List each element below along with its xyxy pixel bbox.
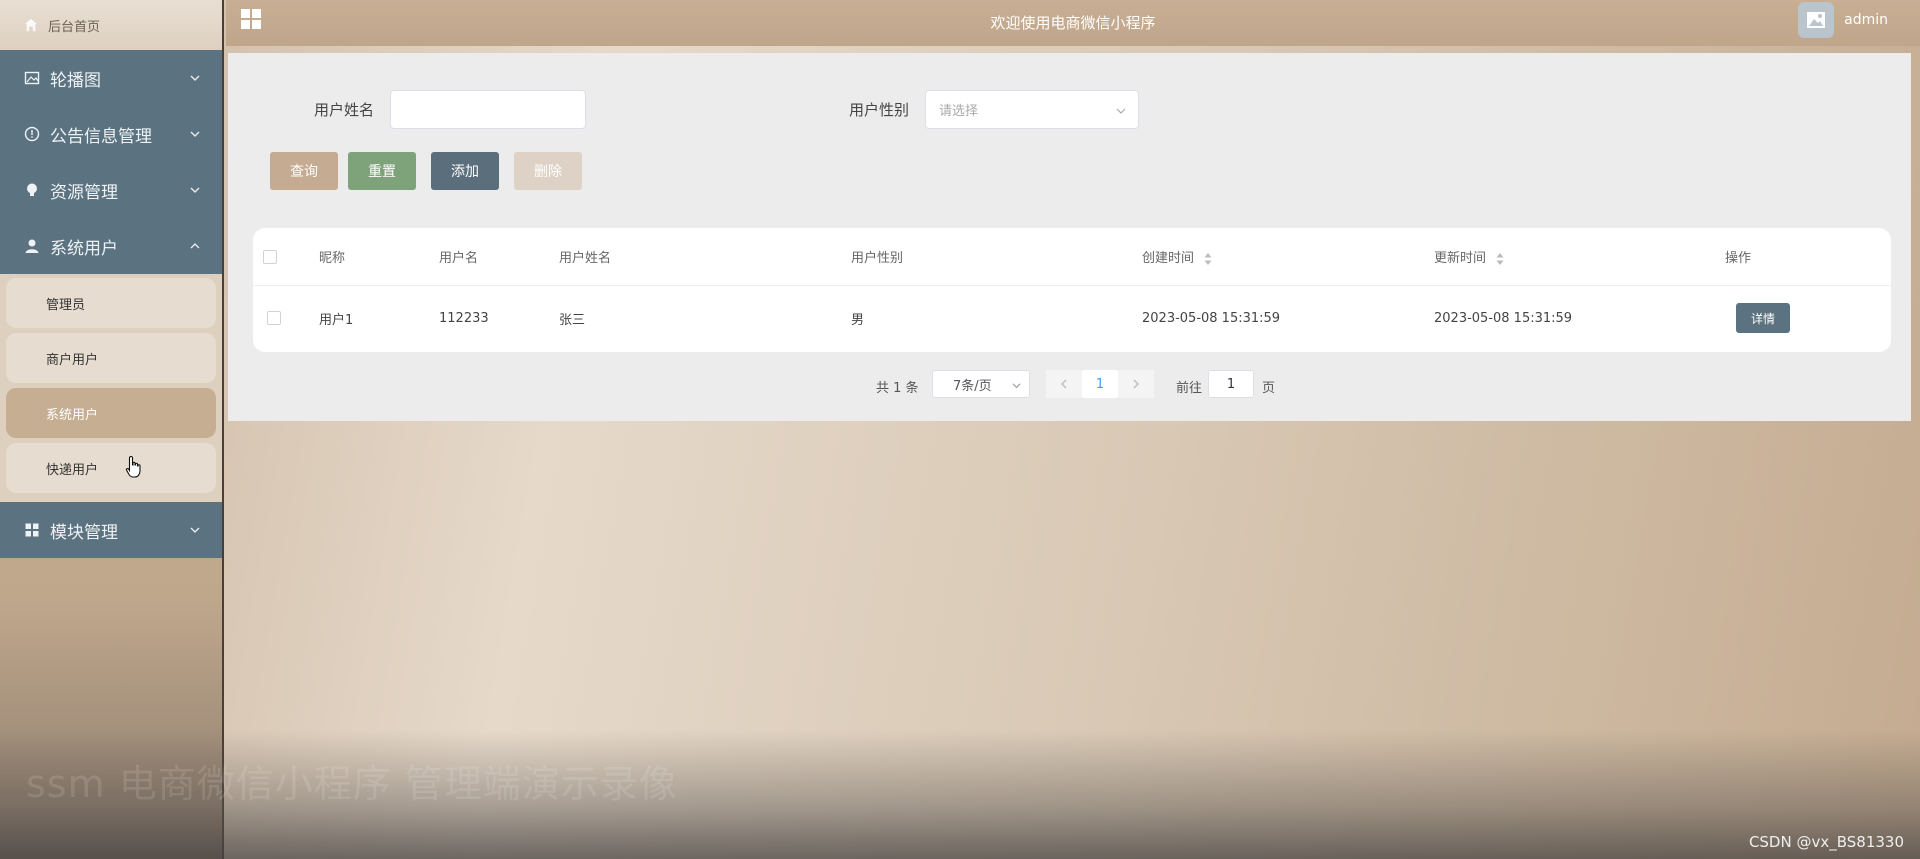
app-title: 欢迎使用电商微信小程序 [990,14,1156,32]
gender-select[interactable]: 请选择 [925,90,1139,129]
gender-label: 用户性别 [849,101,910,119]
row-checkbox[interactable] [267,311,281,325]
sidebar-item-label: 快递用户 [46,462,99,478]
col-gender: 用户性别 [851,251,904,266]
user-menu[interactable]: admin [1798,2,1888,38]
pagination-total: 共 1 条 [876,381,919,396]
user-icon [24,238,40,254]
chevron-down-icon [190,75,200,81]
video-title-overlay: ssm 电商微信小程序 管理端演示录像 [26,762,678,806]
avatar[interactable] [1798,2,1835,38]
sidebar-item-label: 商户用户 [46,352,99,368]
delete-button[interactable]: 删除 [514,152,582,190]
table-header: 昵称 用户名 用户姓名 用户性别 创建时间 更新时间 操作 [253,228,1891,286]
page-size-value: 7条/页 [953,378,992,394]
users-table: 昵称 用户名 用户姓名 用户性别 创建时间 更新时间 操作 用户1 112233… [253,228,1891,352]
sort-icon[interactable] [1204,252,1212,266]
goto-page-input[interactable]: 1 [1208,370,1254,398]
col-updated-label: 更新时间 [1434,251,1487,266]
home-icon [24,18,38,32]
pagination: 共 1 条 7条/页 1 前往 1 页 [228,370,1911,400]
reset-button[interactable]: 重置 [348,152,416,190]
image-icon [24,70,40,86]
sidebar-item-label: 管理员 [46,297,86,313]
cell-nickname: 用户1 [319,312,354,328]
gender-select-placeholder: 请选择 [939,104,979,119]
col-username: 用户名 [439,251,479,266]
page-size-select[interactable]: 7条/页 [932,370,1030,398]
top-bar: 欢迎使用电商微信小程序 admin [226,0,1920,46]
next-page-button[interactable] [1118,370,1154,398]
sidebar-menu-label: 公告信息管理 [50,126,152,147]
hand-cursor-icon [125,455,141,478]
cell-updated: 2023-05-08 15:31:59 [1434,310,1573,326]
sort-icon[interactable] [1496,252,1504,266]
sidebar: 后台首页 轮播图 公告信息管理 资源管理 系统用户 管理员 商户用户 系统用户 … [0,0,224,859]
chevron-down-icon [190,131,200,137]
prev-page-button[interactable] [1046,370,1082,398]
sidebar-menu-notice[interactable]: 公告信息管理 [0,106,222,162]
col-created-label: 创建时间 [1142,251,1195,266]
select-all-checkbox[interactable] [263,250,277,264]
sidebar-item-label: 系统用户 [46,407,99,423]
sidebar-menu-module[interactable]: 模块管理 [0,502,222,558]
add-button[interactable]: 添加 [431,152,499,190]
sidebar-menu-label: 资源管理 [50,182,118,203]
goto-label: 前往 [1176,381,1203,396]
username: admin [1844,12,1888,28]
csdn-watermark: CSDN @vx_BS81330 [1748,833,1904,851]
sidebar-menu-label: 模块管理 [50,522,118,543]
col-realname: 用户姓名 [559,251,612,266]
chevron-right-icon [1133,379,1139,389]
col-actions: 操作 [1725,251,1752,266]
sidebar-item-courier-user[interactable]: 快递用户 [6,443,216,493]
info-circle-icon [24,126,40,142]
name-input[interactable] [390,90,586,129]
image-placeholder-icon [1807,12,1826,28]
sidebar-menu-carousel[interactable]: 轮播图 [0,50,222,106]
cell-realname: 张三 [559,312,586,328]
main-panel: 用户姓名 用户性别 请选择 查询 重置 添加 删除 昵称 用户名 用户姓名 用户… [228,53,1911,421]
sidebar-item-merchant-user[interactable]: 商户用户 [6,333,216,383]
table-row: 用户1 112233 张三 男 2023-05-08 15:31:59 2023… [253,286,1891,350]
chevron-left-icon [1061,379,1067,389]
chevron-up-icon [190,243,200,249]
detail-button[interactable]: 详情 [1736,303,1790,333]
sidebar-item-system-user[interactable]: 系统用户 [6,388,216,438]
sidebar-submenu-system-users: 管理员 商户用户 系统用户 快递用户 [0,274,222,502]
sidebar-menu-system-users[interactable]: 系统用户 [0,218,222,274]
page-number-1[interactable]: 1 [1082,370,1118,398]
bulb-icon [24,182,40,198]
sidebar-item-label: 后台首页 [48,19,101,35]
col-updated[interactable]: 更新时间 [1434,247,1504,266]
cell-gender: 男 [851,312,865,328]
sidebar-menu-label: 轮播图 [50,70,101,91]
query-button[interactable]: 查询 [270,152,338,190]
chevron-down-icon [190,187,200,193]
name-label: 用户姓名 [314,101,375,119]
sidebar-item-home[interactable]: 后台首页 [0,0,222,50]
col-nickname: 昵称 [319,251,346,266]
sidebar-menu-label: 系统用户 [50,238,118,259]
grid-icon [24,522,40,538]
goto-suffix: 页 [1262,381,1276,396]
chevron-down-icon [190,527,200,533]
sidebar-menu-resource[interactable]: 资源管理 [0,162,222,218]
cell-username: 112233 [439,310,489,326]
col-created[interactable]: 创建时间 [1142,247,1212,266]
chevron-down-icon [1116,108,1126,114]
chevron-down-icon [1012,383,1021,389]
cell-created: 2023-05-08 15:31:59 [1142,310,1281,326]
sidebar-item-admin[interactable]: 管理员 [6,278,216,328]
